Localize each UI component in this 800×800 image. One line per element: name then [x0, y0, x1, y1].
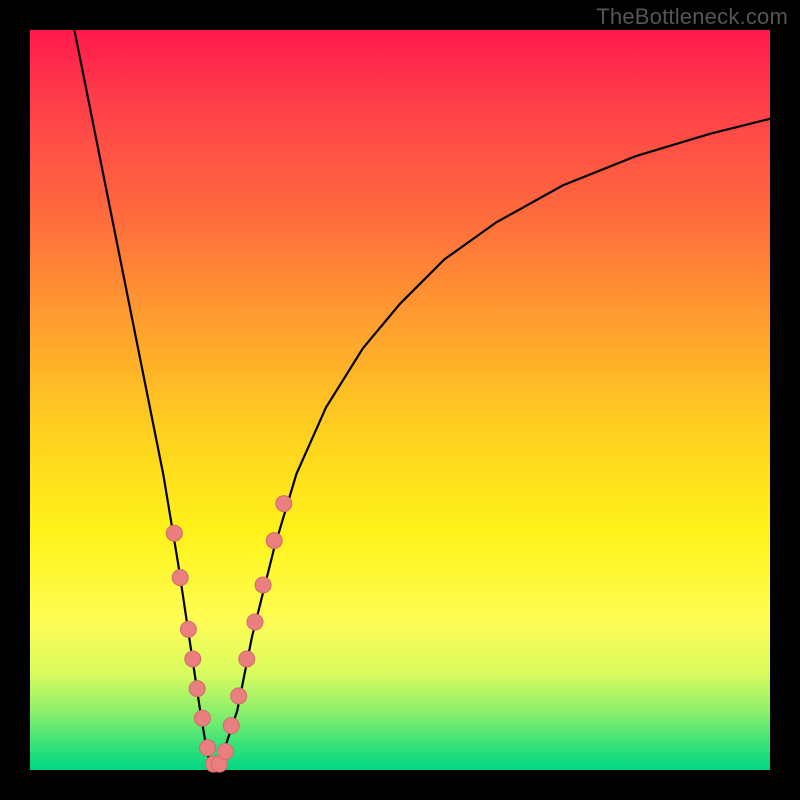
curve-marker [276, 496, 292, 512]
chart-frame: TheBottleneck.com [0, 0, 800, 800]
curve-marker [189, 681, 205, 697]
curve-marker [217, 744, 233, 760]
curve-marker [180, 621, 196, 637]
curve-marker [223, 718, 239, 734]
curve-marker [172, 570, 188, 586]
curve-marker [247, 614, 263, 630]
curve-marker [255, 577, 271, 593]
curve-marker [239, 651, 255, 667]
curve-marker [231, 688, 247, 704]
bottleneck-curve [74, 30, 770, 770]
curve-marker [194, 710, 210, 726]
curve-markers [166, 496, 291, 772]
bottleneck-curve-svg [30, 30, 770, 770]
watermark-text: TheBottleneck.com [596, 4, 788, 30]
curve-marker [266, 533, 282, 549]
plot-area [30, 30, 770, 770]
curve-marker [200, 740, 216, 756]
curve-marker [185, 651, 201, 667]
curve-marker [166, 525, 182, 541]
